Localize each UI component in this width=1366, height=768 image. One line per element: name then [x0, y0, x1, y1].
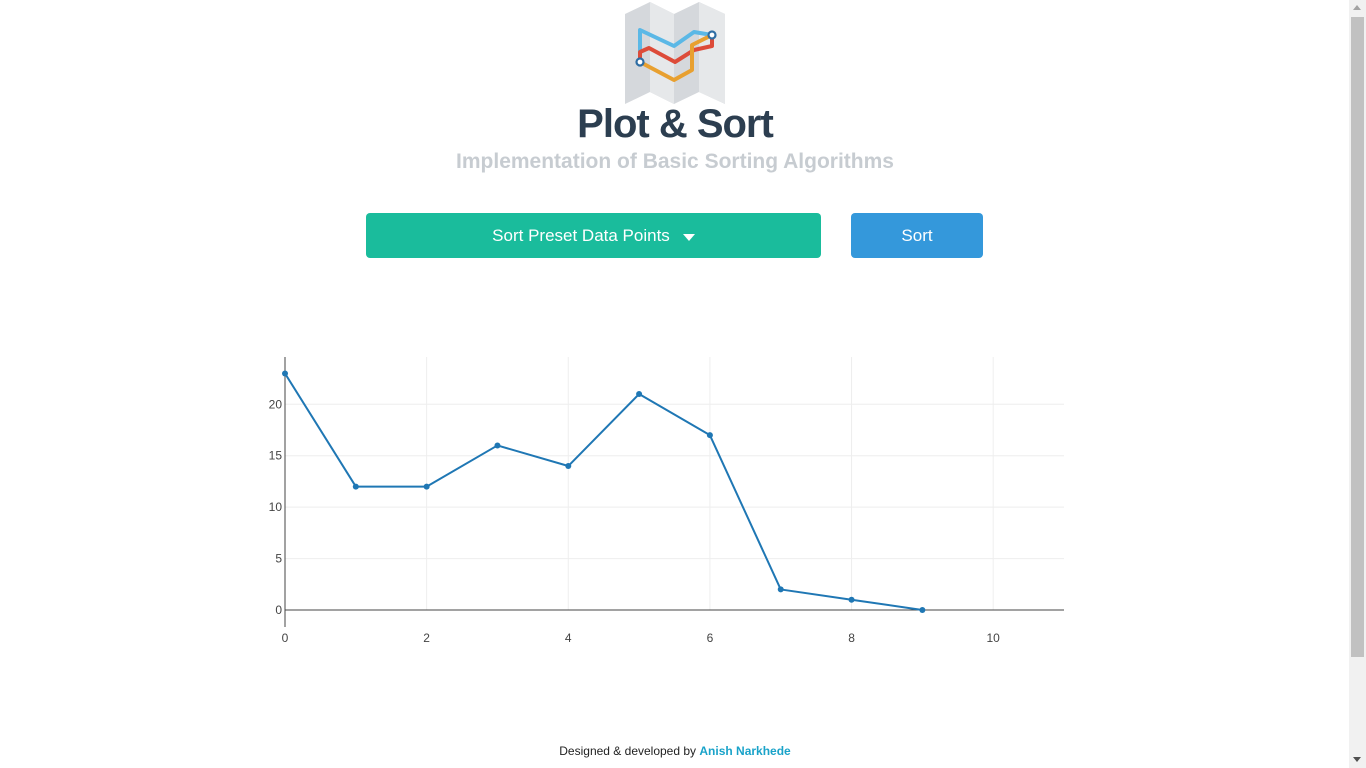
page-title: Plot & Sort — [577, 102, 774, 146]
data-point — [706, 432, 713, 439]
y-tick-label: 5 — [275, 552, 282, 566]
caret-down-icon — [682, 233, 695, 241]
data-point — [282, 370, 288, 377]
data-point — [494, 442, 501, 449]
scrollbar-thumb[interactable] — [1351, 17, 1364, 657]
x-tick-label: 4 — [565, 631, 572, 645]
data-point — [848, 596, 855, 603]
page-subtitle: Implementation of Basic Sorting Algorith… — [456, 150, 894, 173]
y-tick-label: 0 — [275, 603, 282, 617]
chart-axes — [284, 357, 1064, 627]
footer-credit: Designed & developed by — [559, 744, 700, 758]
data-point — [919, 607, 926, 613]
chart-grid — [285, 357, 1064, 610]
chart-series — [282, 370, 926, 613]
map-logo-icon — [625, 2, 725, 104]
y-tick-label: 15 — [269, 449, 283, 463]
data-point — [777, 586, 784, 593]
data-point — [352, 483, 359, 490]
footer: Designed & developed by Anish Narkhede — [0, 744, 1350, 758]
author-link[interactable]: Anish Narkhede — [699, 744, 790, 758]
preset-data-dropdown[interactable]: Sort Preset Data Points — [366, 213, 821, 258]
y-tick-label: 10 — [269, 500, 283, 514]
scroll-up-icon[interactable] — [1353, 5, 1361, 10]
x-tick-label: 10 — [987, 631, 1001, 645]
sort-button[interactable]: Sort — [851, 213, 983, 258]
x-tick-label: 8 — [848, 631, 855, 645]
x-tick-label: 2 — [423, 631, 430, 645]
x-tick-label: 0 — [282, 631, 289, 645]
preset-data-dropdown-label: Sort Preset Data Points — [492, 225, 670, 245]
chart-tick-labels: 0 2 4 6 8 10 0 5 10 15 20 — [269, 397, 1001, 645]
x-tick-label: 6 — [707, 631, 714, 645]
page: Plot & Sort Implementation of Basic Sort… — [0, 0, 1350, 768]
series-line — [284, 372, 923, 611]
data-point — [423, 483, 430, 490]
y-tick-label: 20 — [269, 397, 283, 411]
data-point — [565, 463, 572, 470]
vertical-scrollbar[interactable] — [1349, 0, 1366, 768]
scroll-down-icon[interactable] — [1353, 757, 1361, 762]
data-point — [636, 391, 643, 398]
